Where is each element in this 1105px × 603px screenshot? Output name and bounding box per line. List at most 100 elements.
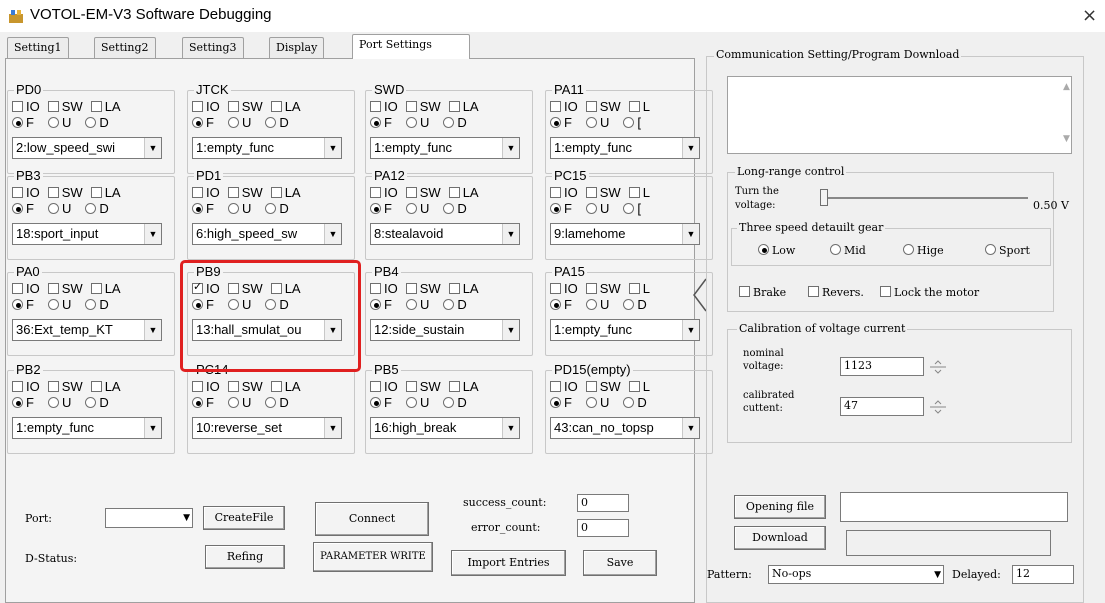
port-function-select[interactable]: 1:empty_func ▼ xyxy=(370,137,520,159)
port-select[interactable]: ▼ xyxy=(105,508,193,528)
port-function-select[interactable]: 1:empty_func ▼ xyxy=(12,417,162,439)
io-checkbox[interactable] xyxy=(370,381,381,392)
sw-option[interactable]: SW xyxy=(585,99,621,114)
u-radio[interactable] xyxy=(227,203,239,214)
d-radio[interactable] xyxy=(623,117,635,128)
sw-checkbox[interactable] xyxy=(585,101,597,112)
brake-checkbox[interactable] xyxy=(739,286,750,297)
communication-log[interactable] xyxy=(727,76,1072,154)
d-option[interactable]: D xyxy=(265,395,289,410)
la-option[interactable]: LA xyxy=(270,379,301,394)
sw-checkbox[interactable] xyxy=(585,283,597,294)
f-radio[interactable] xyxy=(12,299,23,310)
sw-option[interactable]: SW xyxy=(47,185,83,200)
sw-option[interactable]: SW xyxy=(47,281,83,296)
reverse-option[interactable]: Revers. xyxy=(808,286,864,299)
sw-checkbox[interactable] xyxy=(47,101,59,112)
port-function-select[interactable]: 1:empty_func ▼ xyxy=(550,137,700,159)
d-option[interactable]: [ xyxy=(623,115,641,130)
success-count-field[interactable]: 0 xyxy=(577,494,629,512)
la-checkbox[interactable] xyxy=(270,187,282,198)
d-option[interactable]: D xyxy=(443,115,467,130)
port-function-select[interactable]: 1:empty_func ▼ xyxy=(192,137,342,159)
download-button[interactable]: Download xyxy=(734,526,826,550)
port-function-select[interactable]: 2:low_speed_swi ▼ xyxy=(12,137,162,159)
la-option[interactable]: LA xyxy=(270,99,301,114)
sw-checkbox[interactable] xyxy=(405,101,417,112)
tab-display[interactable]: Display xyxy=(269,37,325,59)
la-checkbox[interactable] xyxy=(90,283,102,294)
f-option[interactable]: F xyxy=(192,115,214,130)
port-function-select[interactable]: 1:empty_func ▼ xyxy=(550,319,700,341)
calibrated-spin-icon[interactable] xyxy=(928,397,948,417)
u-radio[interactable] xyxy=(585,203,597,214)
d-radio[interactable] xyxy=(85,299,97,310)
f-radio[interactable] xyxy=(550,117,561,128)
sw-option[interactable]: SW xyxy=(47,379,83,394)
delayed-field[interactable]: 12 xyxy=(1012,565,1074,584)
gear-radio[interactable] xyxy=(830,244,841,255)
io-checkbox[interactable] xyxy=(370,187,381,198)
tab-setting1[interactable]: Setting1 xyxy=(7,37,69,59)
f-radio[interactable] xyxy=(192,117,203,128)
u-radio[interactable] xyxy=(227,117,239,128)
f-option[interactable]: F xyxy=(12,115,34,130)
d-option[interactable]: D xyxy=(85,115,109,130)
f-option[interactable]: F xyxy=(192,201,214,216)
f-option[interactable]: F xyxy=(550,201,572,216)
port-function-select[interactable]: 6:high_speed_sw ▼ xyxy=(192,223,342,245)
io-checkbox[interactable] xyxy=(550,381,561,392)
io-option[interactable]: IO xyxy=(12,185,40,200)
d-option[interactable]: D xyxy=(443,395,467,410)
port-function-select[interactable]: 10:reverse_set ▼ xyxy=(192,417,342,439)
la-option[interactable]: L xyxy=(628,185,650,200)
d-radio[interactable] xyxy=(443,117,455,128)
sw-option[interactable]: SW xyxy=(227,379,263,394)
u-option[interactable]: U xyxy=(47,201,71,216)
gear-option-2[interactable]: Hige xyxy=(903,244,944,257)
la-option[interactable]: LA xyxy=(448,185,479,200)
la-checkbox[interactable] xyxy=(270,381,282,392)
opening-file-button[interactable]: Opening file xyxy=(734,495,826,519)
f-radio[interactable] xyxy=(192,397,203,408)
la-checkbox[interactable] xyxy=(628,101,640,112)
u-option[interactable]: U xyxy=(405,395,429,410)
la-option[interactable]: L xyxy=(628,379,650,394)
u-radio[interactable] xyxy=(405,299,417,310)
io-option[interactable]: IO xyxy=(550,281,578,296)
u-option[interactable]: U xyxy=(405,297,429,312)
port-function-select[interactable]: 12:side_sustain ▼ xyxy=(370,319,520,341)
io-option[interactable]: IO xyxy=(12,99,40,114)
f-option[interactable]: F xyxy=(12,201,34,216)
sw-option[interactable]: SW xyxy=(405,379,441,394)
gear-radio[interactable] xyxy=(985,244,996,255)
u-option[interactable]: U xyxy=(227,115,251,130)
io-checkbox[interactable] xyxy=(550,101,561,112)
f-radio[interactable] xyxy=(12,397,23,408)
f-radio[interactable] xyxy=(550,203,561,214)
io-checkbox[interactable] xyxy=(12,381,23,392)
gear-option-0[interactable]: Low xyxy=(758,244,795,257)
d-radio[interactable] xyxy=(623,397,635,408)
d-option[interactable]: D xyxy=(85,201,109,216)
io-option[interactable]: IO xyxy=(550,99,578,114)
la-checkbox[interactable] xyxy=(628,283,640,294)
sw-option[interactable]: SW xyxy=(405,99,441,114)
sw-option[interactable]: SW xyxy=(227,99,263,114)
f-option[interactable]: F xyxy=(370,297,392,312)
f-option[interactable]: F xyxy=(192,395,214,410)
u-option[interactable]: U xyxy=(585,395,609,410)
tab-port-settings[interactable]: Port Settings xyxy=(352,34,470,59)
io-checkbox[interactable] xyxy=(370,101,381,112)
sw-checkbox[interactable] xyxy=(47,381,59,392)
reverse-checkbox[interactable] xyxy=(808,286,819,297)
u-option[interactable]: U xyxy=(47,115,71,130)
io-option[interactable]: IO xyxy=(192,99,220,114)
u-radio[interactable] xyxy=(47,117,59,128)
u-radio[interactable] xyxy=(405,117,417,128)
la-option[interactable]: LA xyxy=(90,379,121,394)
f-option[interactable]: F xyxy=(12,297,34,312)
sw-checkbox[interactable] xyxy=(227,101,239,112)
u-radio[interactable] xyxy=(405,203,417,214)
f-option[interactable]: F xyxy=(12,395,34,410)
